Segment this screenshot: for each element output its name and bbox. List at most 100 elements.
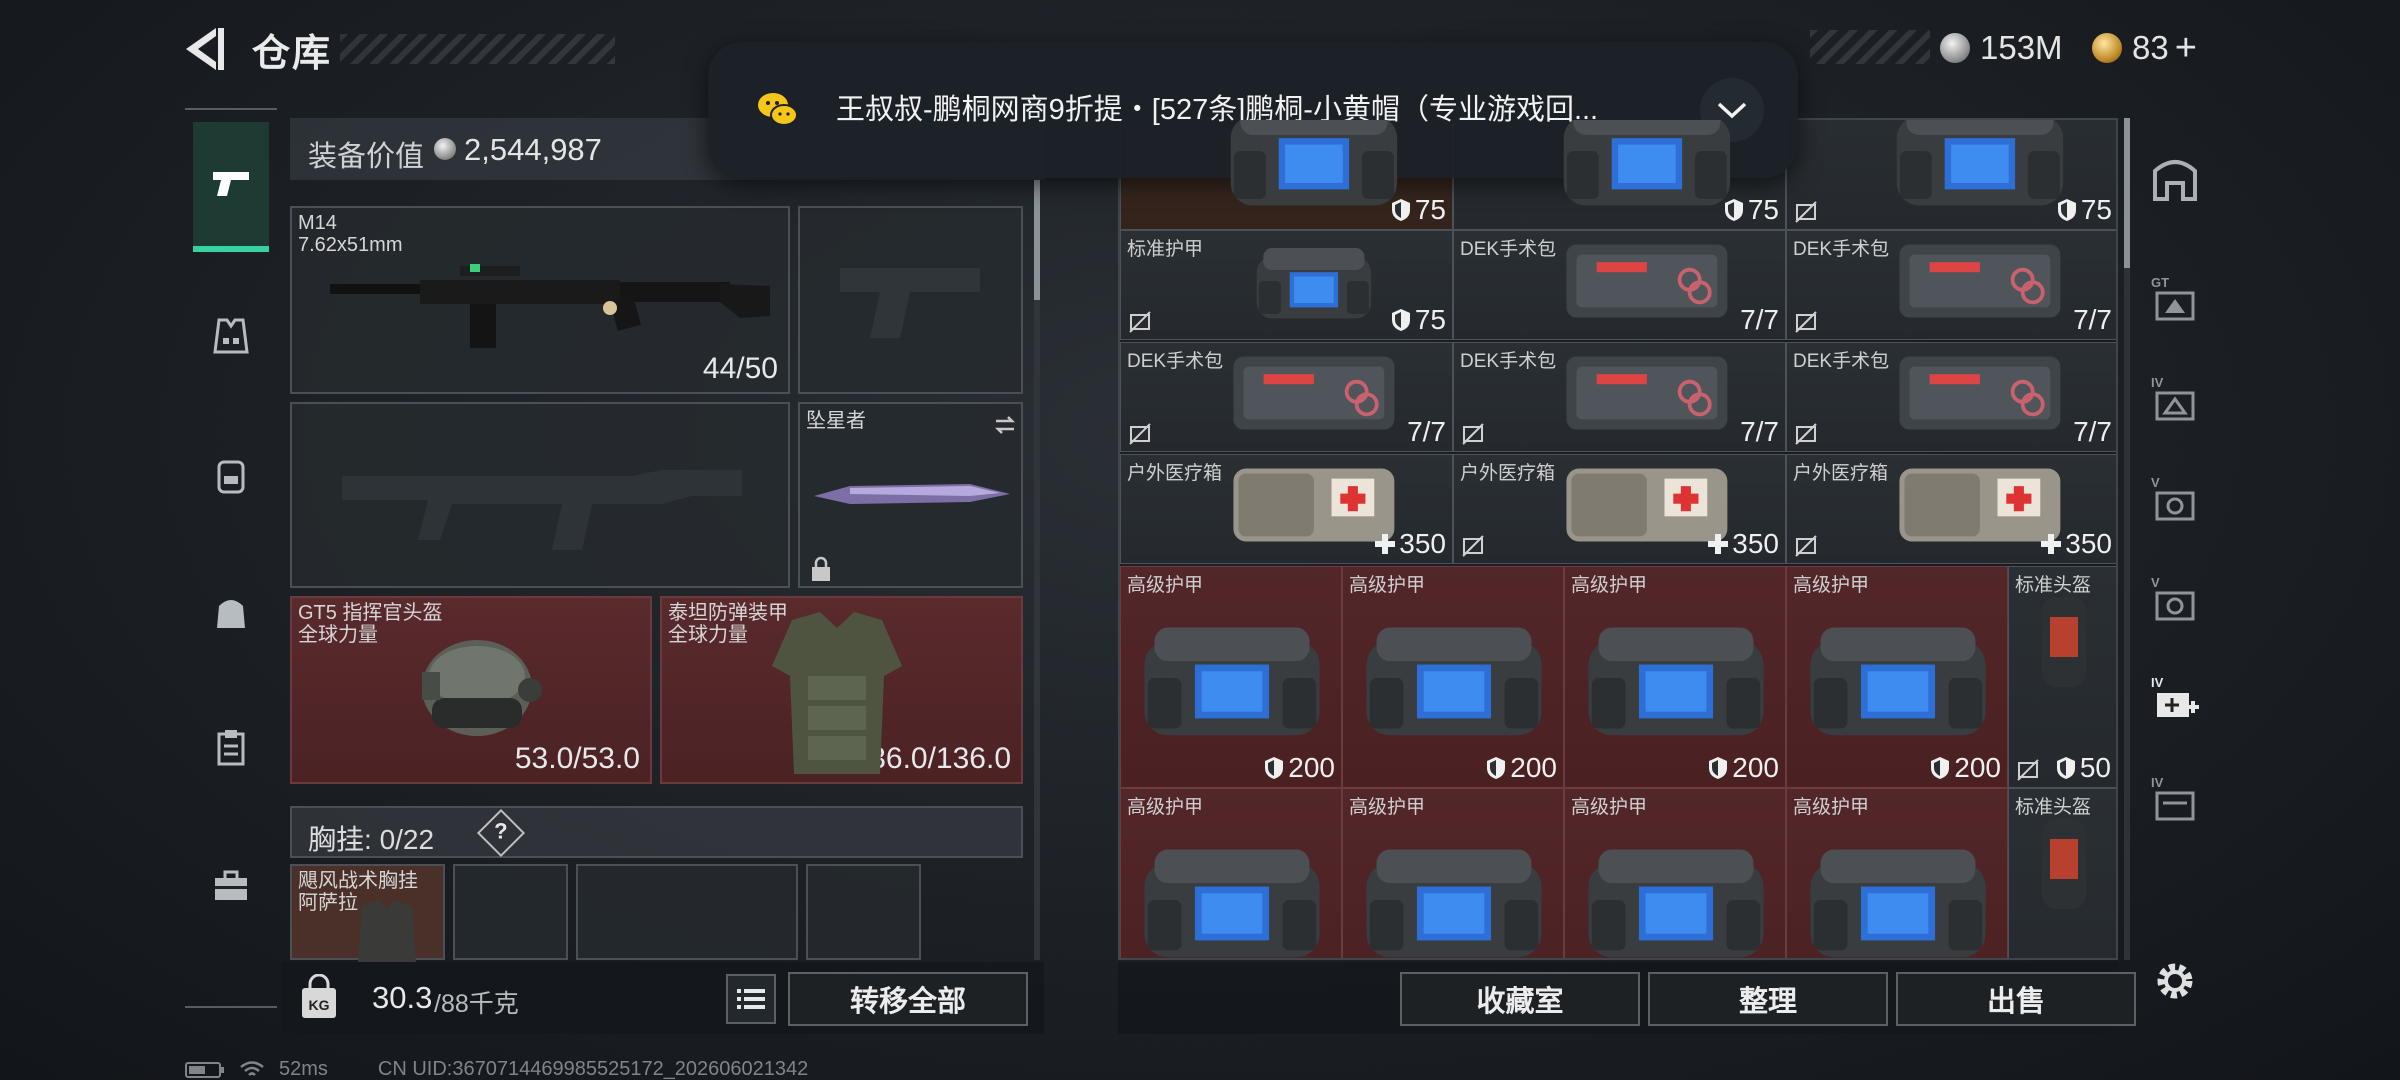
inventory-item[interactable]: DEK手术包 7/7 bbox=[1453, 230, 1786, 340]
melee-slot[interactable]: 坠星者 bbox=[798, 402, 1023, 588]
svg-text:IV: IV bbox=[2151, 675, 2164, 690]
item-value-text: 200 bbox=[1732, 752, 1779, 783]
inventory-item[interactable]: 标准头盔 bbox=[2008, 788, 2116, 958]
chest-rig-slot[interactable] bbox=[806, 864, 921, 960]
helmet-slot[interactable]: GT5 指挥官头盔 全球力量 53.0/53.0 bbox=[290, 596, 652, 784]
chest-rig-item[interactable]: 飓风战术胸挂 阿萨拉 bbox=[290, 864, 445, 962]
armor-bag-image bbox=[1810, 849, 1986, 958]
armor-bag-image bbox=[1896, 120, 2064, 206]
svg-text:GT: GT bbox=[2151, 275, 2169, 290]
sell-button[interactable]: 出售 bbox=[1896, 972, 2136, 1026]
wechat-icon bbox=[758, 93, 798, 126]
item-name: 高级护甲 bbox=[1571, 797, 1648, 818]
svg-text:KG: KG bbox=[309, 997, 330, 1013]
pistol-slot[interactable] bbox=[798, 206, 1023, 394]
item-value: 7/7 bbox=[1407, 416, 1446, 448]
nav-briefcase[interactable] bbox=[193, 848, 269, 924]
right-nav-level4-storage[interactable]: IV bbox=[2144, 768, 2206, 830]
right-nav-level4[interactable]: IV bbox=[2144, 368, 2206, 430]
silver-currency[interactable]: 153M bbox=[1940, 28, 2063, 68]
warehouse-footer: 收藏室 整理 出售 bbox=[1118, 962, 2136, 1034]
shield-icon bbox=[1724, 199, 1743, 221]
warehouse-scroll-thumb[interactable] bbox=[2124, 118, 2130, 268]
inventory-item[interactable]: 户外医疗箱 350 bbox=[1120, 454, 1453, 564]
equipment-scrollbar[interactable] bbox=[1034, 180, 1040, 960]
no-sell-icon bbox=[1795, 201, 1817, 223]
add-currency-icon[interactable]: + bbox=[2175, 27, 2197, 70]
nav-weapons[interactable] bbox=[193, 122, 269, 252]
chest-rig-image bbox=[358, 900, 416, 962]
inventory-item[interactable]: 高级护甲 200 bbox=[1786, 566, 2008, 788]
armor-bag-image bbox=[1588, 849, 1764, 958]
inventory-item[interactable]: 标准护甲75 bbox=[1786, 120, 2116, 230]
surgery-kit-image bbox=[1566, 356, 1728, 430]
nav-vest[interactable] bbox=[193, 298, 269, 374]
right-nav-level5[interactable]: V bbox=[2144, 468, 2206, 530]
item-value: 350 bbox=[1708, 528, 1779, 560]
inventory-item[interactable]: DEK手术包 7/7 bbox=[1786, 342, 2116, 452]
inventory-item[interactable]: 户外医疗箱 350 bbox=[1786, 454, 2116, 564]
inventory-item[interactable]: DEK手术包 7/7 bbox=[1786, 230, 2116, 340]
back-button[interactable] bbox=[180, 22, 230, 76]
inventory-item[interactable]: 高级护甲 200 bbox=[1120, 566, 1342, 788]
chest-rig-slot[interactable] bbox=[576, 864, 798, 960]
item-value: 200 bbox=[1486, 752, 1557, 784]
right-nav-level5-b[interactable]: V bbox=[2144, 568, 2206, 630]
inventory-item[interactable]: 高级护甲 bbox=[1120, 788, 1342, 958]
swap-icon[interactable] bbox=[992, 412, 1018, 438]
item-value: 75 bbox=[1391, 194, 1446, 226]
weapon-ammo: 44/50 bbox=[702, 352, 778, 385]
gt-box-icon: GT bbox=[2151, 275, 2195, 321]
shield-icon bbox=[2056, 757, 2075, 779]
chest-rig-help-button[interactable]: ? bbox=[476, 808, 526, 858]
shield-icon bbox=[2057, 199, 2076, 221]
gold-currency[interactable]: 83 + bbox=[2092, 27, 2197, 70]
item-value-text: 200 bbox=[1510, 752, 1557, 783]
item-value-text: 200 bbox=[1288, 752, 1335, 783]
no-sell-icon bbox=[1795, 535, 1817, 557]
transfer-all-button[interactable]: 转移全部 bbox=[788, 972, 1028, 1026]
item-value-text: 7/7 bbox=[2073, 416, 2112, 447]
item-name: DEK手术包 bbox=[1127, 351, 1224, 372]
item-value: 200 bbox=[1930, 752, 2001, 784]
inventory-item[interactable]: 高级护甲 bbox=[1342, 788, 1564, 958]
right-nav-gt[interactable]: GT bbox=[2144, 268, 2206, 330]
page-title: 仓库 bbox=[252, 33, 333, 75]
nav-clipboard[interactable] bbox=[193, 710, 269, 786]
item-value: 7/7 bbox=[2073, 304, 2112, 336]
inventory-item[interactable]: 高级护甲 bbox=[1786, 788, 2008, 958]
inventory-item[interactable]: 标准护甲75 bbox=[1120, 230, 1453, 340]
inventory-item[interactable]: 高级护甲 200 bbox=[1564, 566, 1786, 788]
settings-button[interactable] bbox=[2144, 950, 2206, 1012]
secondary-weapon-slot[interactable] bbox=[290, 402, 790, 588]
right-nav-archive[interactable] bbox=[2144, 148, 2206, 210]
item-value: 350 bbox=[2041, 528, 2112, 560]
item-name: 标准护甲 bbox=[1127, 239, 1204, 260]
right-nav-add-storage[interactable]: IV bbox=[2144, 668, 2206, 730]
no-sell-icon bbox=[2017, 759, 2039, 781]
no-sell-icon bbox=[1129, 423, 1151, 445]
body-armor-slot[interactable]: 泰坦防弹装甲 全球力量 136.0/136.0 bbox=[660, 596, 1023, 784]
chest-rig-slot[interactable] bbox=[453, 864, 568, 960]
list-view-button[interactable] bbox=[726, 974, 776, 1024]
inventory-item[interactable]: 高级护甲 200 bbox=[1342, 566, 1564, 788]
collection-room-button[interactable]: 收藏室 bbox=[1400, 972, 1640, 1026]
primary-weapon-slot[interactable]: M14 7.62x51mm 44/50 bbox=[290, 206, 790, 394]
level5-box-icon: V bbox=[2151, 475, 2195, 521]
status-bar: 52ms CN UID:3670714469985525172_20260602… bbox=[185, 1058, 808, 1080]
nav-bag[interactable] bbox=[193, 574, 269, 650]
inventory-item[interactable]: DEK手术包 7/7 bbox=[1453, 342, 1786, 452]
organize-button[interactable]: 整理 bbox=[1648, 972, 1888, 1026]
nav-backpack[interactable] bbox=[193, 438, 269, 514]
chest-rig-capacity: 胸挂: 0/22 bbox=[308, 824, 435, 855]
inventory-item[interactable]: 户外医疗箱 350 bbox=[1453, 454, 1786, 564]
armor-bag-image bbox=[1810, 627, 1986, 736]
inventory-item[interactable]: DEK手术包 7/7 bbox=[1120, 342, 1453, 452]
item-name: 户外医疗箱 bbox=[1793, 463, 1889, 484]
inventory-item[interactable]: 标准头盔 50 bbox=[2008, 566, 2116, 788]
shield-icon bbox=[1487, 757, 1506, 779]
item-value: 200 bbox=[1708, 752, 1779, 784]
item-name: 高级护甲 bbox=[1793, 797, 1870, 818]
inventory-item[interactable]: 高级护甲 bbox=[1564, 788, 1786, 958]
ping-value: 52ms bbox=[279, 1058, 328, 1080]
